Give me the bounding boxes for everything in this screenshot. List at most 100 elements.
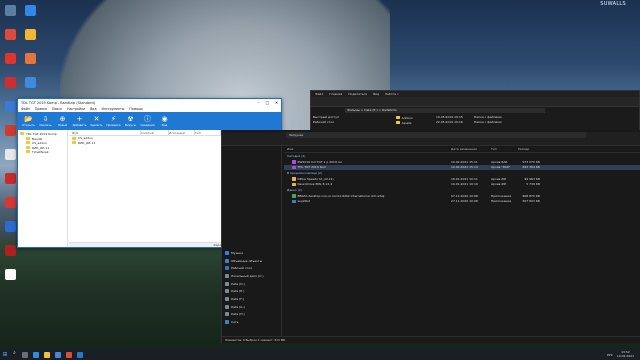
app-icon [4, 77, 16, 88]
nav-label: Рабочий стол [231, 266, 253, 271]
file-name: wuj2kbd [297, 199, 311, 204]
menu-item[interactable]: Поиск [52, 107, 62, 111]
file-explorer-icon [43, 351, 50, 358]
toolbar-button[interactable]: ⚡ Проверка [105, 115, 122, 127]
ribbon-tab[interactable]: Вид [373, 92, 379, 96]
nav-item[interactable]: Рабочий стол [313, 120, 339, 125]
explorer-address-bar[interactable]: Загрузки [286, 132, 586, 138]
start-button[interactable]: ⊞ [0, 351, 10, 358]
file-icon [292, 182, 296, 186]
menu-item[interactable]: Инструменты [102, 107, 125, 111]
open-icon: 📂 [24, 115, 33, 123]
nav-item[interactable]: Data (H:) [225, 311, 278, 319]
toolbar-label: Извлечь [39, 123, 52, 127]
drive-icon [225, 312, 229, 317]
toolbar-button[interactable]: ⇩ Извлечь [37, 115, 54, 127]
desktop-icon[interactable] [21, 50, 39, 73]
folder-icon [72, 141, 76, 145]
file-date: 10.02.2021 15:14 [451, 165, 478, 170]
column-header[interactable]: Тип [195, 129, 221, 136]
toolbar-button[interactable]: ⓘ Сведения [139, 115, 156, 127]
list-item[interactable]: Assets 22.05.2019 10:16 Папка с файлами [396, 120, 636, 125]
desktop-icon[interactable] [1, 266, 19, 289]
nav-item[interactable]: Сеть [225, 318, 278, 326]
store-icon [54, 351, 61, 358]
nav-item[interactable]: Data (F:) [225, 295, 278, 303]
search-icon[interactable]: ⌕ [10, 350, 19, 359]
column-header[interactable]: Имя [69, 129, 141, 136]
toolbar-button[interactable]: 📂 Открыть [20, 115, 37, 127]
menu-item[interactable]: Вид [90, 107, 96, 111]
nav-item[interactable]: Data (G:) [225, 303, 278, 311]
minimize-button[interactable]: – [254, 100, 263, 105]
bandizip-icon [76, 351, 83, 358]
file-type: Папка с файлами [474, 120, 502, 124]
column-header[interactable]: Сжатый [141, 129, 169, 136]
menu-item[interactable]: Файл [21, 107, 30, 111]
close-button[interactable]: ✕ [272, 100, 281, 105]
desktop-icon[interactable] [1, 50, 19, 73]
toolbar-button[interactable]: ⊕ Новый [54, 115, 71, 127]
explorer-back-address-bar[interactable]: Фильмы > Data (E:) > RailWorks [345, 108, 545, 113]
desktop-icon[interactable] [21, 26, 39, 49]
file-type: Архив RAR [491, 159, 508, 164]
ribbon-tab[interactable]: Главная [329, 92, 342, 96]
file-icon [292, 160, 296, 164]
nav-label: Локальный диск (C:) [231, 273, 264, 278]
desktop-icon[interactable] [1, 2, 19, 25]
menu-item[interactable]: Настройки [67, 107, 85, 111]
file-name-cell: Assets [396, 120, 436, 125]
test-icon: ⚡ [111, 115, 116, 123]
toolbar-button[interactable]: ✕ Удалить [88, 115, 105, 127]
desktop-icon [225, 266, 229, 271]
column-header[interactable]: Размер [518, 147, 548, 151]
desktop-icon[interactable] [21, 2, 39, 25]
taskbar-app[interactable] [30, 350, 41, 359]
desktop-icon[interactable] [21, 74, 39, 97]
toolbar-button[interactable]: ☢ Вирусы [122, 115, 139, 127]
clock[interactable]: 13:52 10.02.2021 [617, 350, 634, 358]
nav-item[interactable]: Data (E:) [225, 287, 278, 295]
menu-item[interactable]: Правка [35, 107, 47, 111]
app-icon [4, 197, 16, 208]
desktop-icon[interactable] [1, 74, 19, 97]
nav-item[interactable]: Объемные объекты [225, 257, 278, 265]
explorer-window-back[interactable]: Файл Главная Поделиться Вид Работа с Фильмы … [310, 90, 640, 132]
nav-item[interactable]: Музыка [225, 249, 278, 257]
maximize-button[interactable]: □ [263, 100, 272, 105]
nav-item[interactable]: Локальный диск (C:) [225, 272, 278, 280]
nav-label: Data (D:) [231, 281, 245, 286]
file-size: 99 963 КБ [524, 176, 540, 181]
taskbar-app[interactable] [63, 350, 74, 359]
ribbon-tab[interactable]: Работа с [385, 92, 399, 96]
toolbar-button[interactable]: ◉ Вид [156, 115, 173, 127]
nav-label: Data (G:) [231, 304, 245, 309]
explorer-window[interactable]: Загрузки Музыка Объемные объекты Рабочий с… [221, 130, 640, 343]
column-header[interactable]: Тип [491, 147, 518, 151]
taskbar-app[interactable] [52, 350, 63, 359]
tree-item[interactable]: TimeMerak [20, 150, 65, 155]
file-type: Архив ZIP [491, 182, 507, 187]
file-name-cell: NeuroDrive EML 8.12.4 [284, 182, 451, 186]
tree-label: RZD_IPA 11 [32, 145, 50, 150]
column-header[interactable]: Исходный [169, 129, 195, 136]
nav-item[interactable]: Data (D:) [225, 280, 278, 288]
nav-item[interactable]: Рабочий стол [225, 264, 278, 272]
table-row[interactable]: wuj2kbd 27.11.2020 10:08 Приложение 307 823… [284, 199, 640, 205]
taskbar-app[interactable] [41, 350, 52, 359]
column-header[interactable]: Дата изменения [451, 147, 491, 151]
wallpaper-watermark: SUWALLS [600, 1, 626, 7]
explorer-status-bar: Элементов: 6 Выбран 1 элемент: 813 МБ [222, 336, 640, 343]
file-name: Addons [401, 115, 413, 120]
taskbar-app[interactable] [19, 350, 30, 359]
language-indicator[interactable]: РУС [607, 353, 613, 357]
column-header[interactable]: Имя [284, 147, 451, 151]
bandizip-toolbar: 📂 Открыть ⇩ Извлечь ⊕ Новый + Добавить ✕ Удалить ⚡… [18, 112, 281, 130]
menu-item[interactable]: Помощь [129, 107, 143, 111]
ribbon-tab[interactable]: Поделиться [348, 92, 367, 96]
desktop-icon[interactable] [1, 26, 19, 49]
toolbar-button[interactable]: + Добавить [71, 115, 88, 127]
app-icon [4, 53, 16, 64]
ribbon-tab[interactable]: Файл [315, 92, 323, 96]
taskbar-app[interactable] [74, 350, 85, 359]
